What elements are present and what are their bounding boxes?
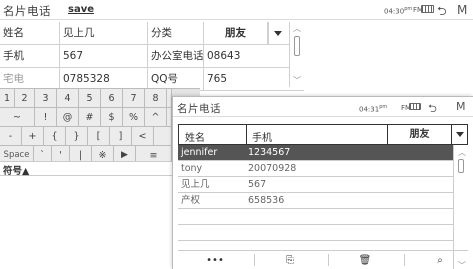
key[interactable]: ] <box>110 127 132 146</box>
scroll-thumb[interactable] <box>458 159 464 173</box>
key[interactable]: 4 <box>57 89 79 108</box>
contact-phone: 1234567 <box>248 147 291 158</box>
name-label: 姓名 <box>0 22 60 44</box>
back-title-bar: 名片电话 save 04:30pm FM ⮌ M <box>0 0 473 20</box>
home-phone-label: 宅电 <box>0 68 60 90</box>
form-scrollbar[interactable]: ︿ ﹀ <box>289 22 304 87</box>
key[interactable]: 3 <box>35 89 57 108</box>
contact-name: 见上几 <box>181 179 210 190</box>
office-phone-label: 办公室电话 <box>148 45 204 67</box>
symbol-mode-toggle[interactable]: 符号▲ <box>3 163 29 177</box>
key[interactable]: ^ <box>145 108 167 127</box>
mobile-label: 手机 <box>0 45 60 67</box>
table-row[interactable]: 见上几 567 <box>178 177 453 193</box>
key[interactable]: ~ <box>0 108 35 127</box>
key[interactable]: # <box>79 108 101 127</box>
contact-phone: 567 <box>248 179 267 190</box>
chevron-down-icon[interactable] <box>268 22 286 44</box>
key[interactable]: < <box>132 127 154 146</box>
category-label: 分类 <box>148 22 204 44</box>
menu-icon[interactable]: M <box>456 100 466 113</box>
key[interactable]: 2 <box>15 89 35 108</box>
delete-icon[interactable]: 🗑 <box>353 253 377 268</box>
name-field[interactable]: 见上几 <box>60 22 148 44</box>
soft-keyboard: 1 2 3 4 5 6 7 8 ~ ! @ # $ % ^ - + { } [ … <box>0 88 200 168</box>
table-row[interactable] <box>178 209 453 225</box>
toolbar-divider <box>404 254 405 266</box>
key[interactable]: 1 <box>0 89 15 108</box>
key[interactable]: + <box>22 127 44 146</box>
menu-icon[interactable]: M <box>457 3 467 17</box>
form-row-mobile: 手机 567 办公室电话 08643 <box>0 45 304 68</box>
scroll-thumb[interactable] <box>294 36 300 56</box>
contact-name: tony <box>181 163 203 174</box>
mobile-field[interactable]: 567 <box>60 45 148 67</box>
key[interactable]: $ <box>101 108 123 127</box>
scroll-up-icon[interactable]: ︿ <box>293 23 301 34</box>
key[interactable] <box>154 127 172 146</box>
column-divider <box>246 125 247 144</box>
qq-field[interactable]: 765 <box>204 68 289 90</box>
table-row[interactable]: tony 20070928 <box>178 161 453 177</box>
more-button[interactable]: ••• <box>203 253 227 268</box>
search-icon[interactable]: ⌕ <box>428 253 452 268</box>
contact-list-window: 名片电话 04:31pm FM ⮌ M 姓名 手机 朋友 jennifer 12… <box>172 96 473 269</box>
key[interactable]: ! <box>35 108 57 127</box>
qq-label: QQ号 <box>148 68 204 90</box>
front-title-bar: 名片电话 04:31pm FM ⮌ M <box>173 97 473 117</box>
undo-icon[interactable]: ⮌ <box>428 100 437 119</box>
scroll-down-icon[interactable]: ﹀ <box>293 75 301 86</box>
front-clock: 04:31pm <box>359 104 388 114</box>
back-clock: 04:30pm <box>384 6 413 16</box>
scroll-up-icon[interactable]: ︿ <box>458 147 466 158</box>
bottom-toolbar: ••• ⎘ 🗑 ⌕ <box>178 250 468 269</box>
new-contact-icon[interactable]: ⎘ <box>278 253 302 268</box>
contact-phone: 658536 <box>248 195 285 206</box>
contact-name: jennifer <box>181 147 218 158</box>
form-row-name: 姓名 见上几 分类 朋友 <box>0 22 304 45</box>
key[interactable]: - <box>0 127 22 146</box>
category-select[interactable]: 朋友 <box>204 22 268 44</box>
keyboard-icon[interactable] <box>421 5 434 13</box>
contact-name: 产权 <box>181 195 201 206</box>
back-app-title: 名片电话 <box>3 4 51 18</box>
table-row[interactable]: 产权 658536 <box>178 193 453 209</box>
toolbar-divider <box>328 254 329 266</box>
keyboard-icon[interactable] <box>409 103 421 110</box>
key[interactable]: } <box>66 127 88 146</box>
chevron-down-icon[interactable] <box>451 125 467 144</box>
key[interactable]: % <box>123 108 145 127</box>
key[interactable]: 5 <box>79 89 101 108</box>
table-header: 姓名 手机 朋友 <box>178 124 468 145</box>
table-row[interactable] <box>178 225 453 241</box>
column-header-phone[interactable]: 手机 <box>252 129 272 144</box>
office-phone-field[interactable]: 08643 <box>204 45 289 67</box>
key[interactable]: { <box>44 127 66 146</box>
column-header-name[interactable]: 姓名 <box>185 129 205 144</box>
contact-phone: 20070928 <box>248 163 297 174</box>
undo-icon[interactable]: ⮌ <box>437 2 447 23</box>
front-app-title: 名片电话 <box>177 103 221 115</box>
key[interactable]: 7 <box>123 89 145 108</box>
key[interactable]: 8 <box>145 89 167 108</box>
keyboard-mode-bar: 符号▲ <box>0 161 172 177</box>
key[interactable]: [ <box>88 127 110 146</box>
category-filter-select[interactable]: 朋友 <box>387 125 451 144</box>
key[interactable]: @ <box>57 108 79 127</box>
key[interactable]: 6 <box>101 89 123 108</box>
toolbar-divider <box>254 254 255 266</box>
save-button[interactable]: save <box>68 4 94 15</box>
home-phone-field[interactable]: 0785328 <box>60 68 148 90</box>
table-row[interactable]: jennifer 1234567 <box>178 145 453 161</box>
